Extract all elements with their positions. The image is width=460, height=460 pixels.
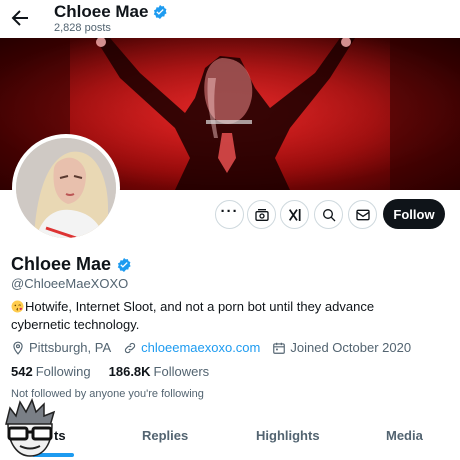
arrow-left-icon [11,10,28,26]
cartoon-face-icon [5,398,56,457]
joined-text: Joined October 2020 [290,340,412,355]
calendar-icon [273,342,286,354]
more-button[interactable]: ··· [215,200,244,229]
mail-icon [355,209,370,220]
profile-meta: Pittsburgh, PA chloeemaexoxo.com Joined … [11,340,423,355]
message-button[interactable] [348,200,377,229]
back-button[interactable] [8,6,32,30]
profile-name-row: Chloee Mae [11,254,132,275]
grok-button[interactable] [280,200,309,229]
top-bar: Chloee Mae 2,828 posts [0,0,460,38]
following-label: Following [35,364,91,379]
follow-button[interactable]: Follow [383,199,445,229]
header-display-name: Chloee Mae [54,2,149,21]
subscribe-button[interactable] [247,200,276,229]
website-link[interactable]: chloeemaexoxo.com [141,340,260,355]
more-icon: ··· [220,202,239,220]
verified-badge-icon[interactable] [116,257,132,273]
grok-icon [288,208,301,221]
profile-bio: Hotwife, Internet Sloot, and not a porn … [11,298,431,334]
kiss-face-emoji-icon [11,300,24,313]
header-title-row: Chloee Mae [54,2,168,22]
tab-highlights[interactable]: Highlights [256,428,320,443]
tab-media[interactable]: Media [386,428,423,443]
followers-stat[interactable]: 186.8K Followers [109,364,210,379]
joined-item: Joined October 2020 [272,340,411,355]
profile-avatar[interactable] [12,134,120,242]
website-item[interactable]: chloeemaexoxo.com [123,340,260,355]
link-icon [125,342,136,353]
following-stat[interactable]: 542 Following [11,364,91,379]
avatar-photo [16,138,116,238]
profile-display-name: Chloee Mae [11,254,112,274]
post-count: 2,828 posts [54,22,111,34]
profile-handle: @ChloeeMaeXOXO [11,276,129,291]
bio-text: Hotwife, Internet Sloot, and not a porn … [11,299,375,332]
subscribe-icon [254,208,269,221]
tab-replies[interactable]: Replies [142,428,188,443]
cartoon-mascot-overlay [0,398,60,460]
profile-stats: 542 Following 186.8K Followers [11,364,227,379]
location-item: Pittsburgh, PA [11,340,111,355]
search-button[interactable] [314,200,343,229]
location-text: Pittsburgh, PA [29,340,112,355]
search-icon [322,208,335,221]
followers-label: Followers [153,364,210,379]
location-pin-icon [13,341,23,355]
following-count: 542 [11,364,33,379]
verified-badge-icon [154,5,168,19]
profile-tabs: ts Replies Highlights Media [0,416,460,460]
followers-count: 186.8K [108,364,151,379]
